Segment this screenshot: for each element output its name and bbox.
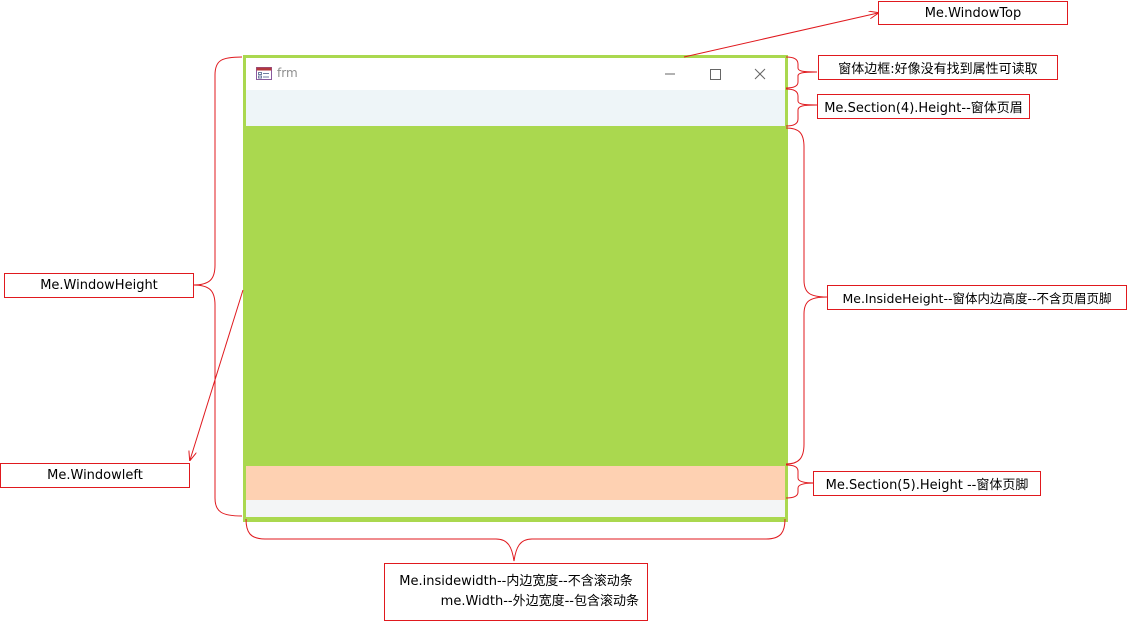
label-inside-width: Me.insidewidth--内边宽度--不含滚动条 <box>399 574 633 589</box>
footer-height-brace <box>785 464 816 499</box>
label-window-height: Me.WindowHeight <box>4 273 194 298</box>
header-height-brace <box>785 88 818 127</box>
inside-height-brace <box>785 127 828 465</box>
window-top-arrow <box>683 13 878 58</box>
label-window-left: Me.Windowleft <box>0 463 190 488</box>
window-left-arrow <box>190 289 244 460</box>
label-footer-height: Me.Section(5).Height --窗体页脚 <box>813 471 1041 496</box>
border-brace <box>785 56 818 89</box>
label-width: me.Width--外边宽度--包含滚动条 <box>440 594 639 609</box>
label-border: 窗体边框:好像没有找到属性可读取 <box>818 55 1058 80</box>
label-inside-height: Me.InsideHeight--窗体内边高度--不含页眉页脚 <box>827 285 1127 310</box>
width-brace <box>245 518 786 562</box>
window-height-brace <box>192 56 243 517</box>
label-window-top: Me.WindowTop <box>878 1 1068 25</box>
label-header-height: Me.Section(4).Height--窗体页眉 <box>817 94 1030 119</box>
label-width-group: Me.insidewidth--内边宽度--不含滚动条 me.Width--外边… <box>384 563 648 621</box>
